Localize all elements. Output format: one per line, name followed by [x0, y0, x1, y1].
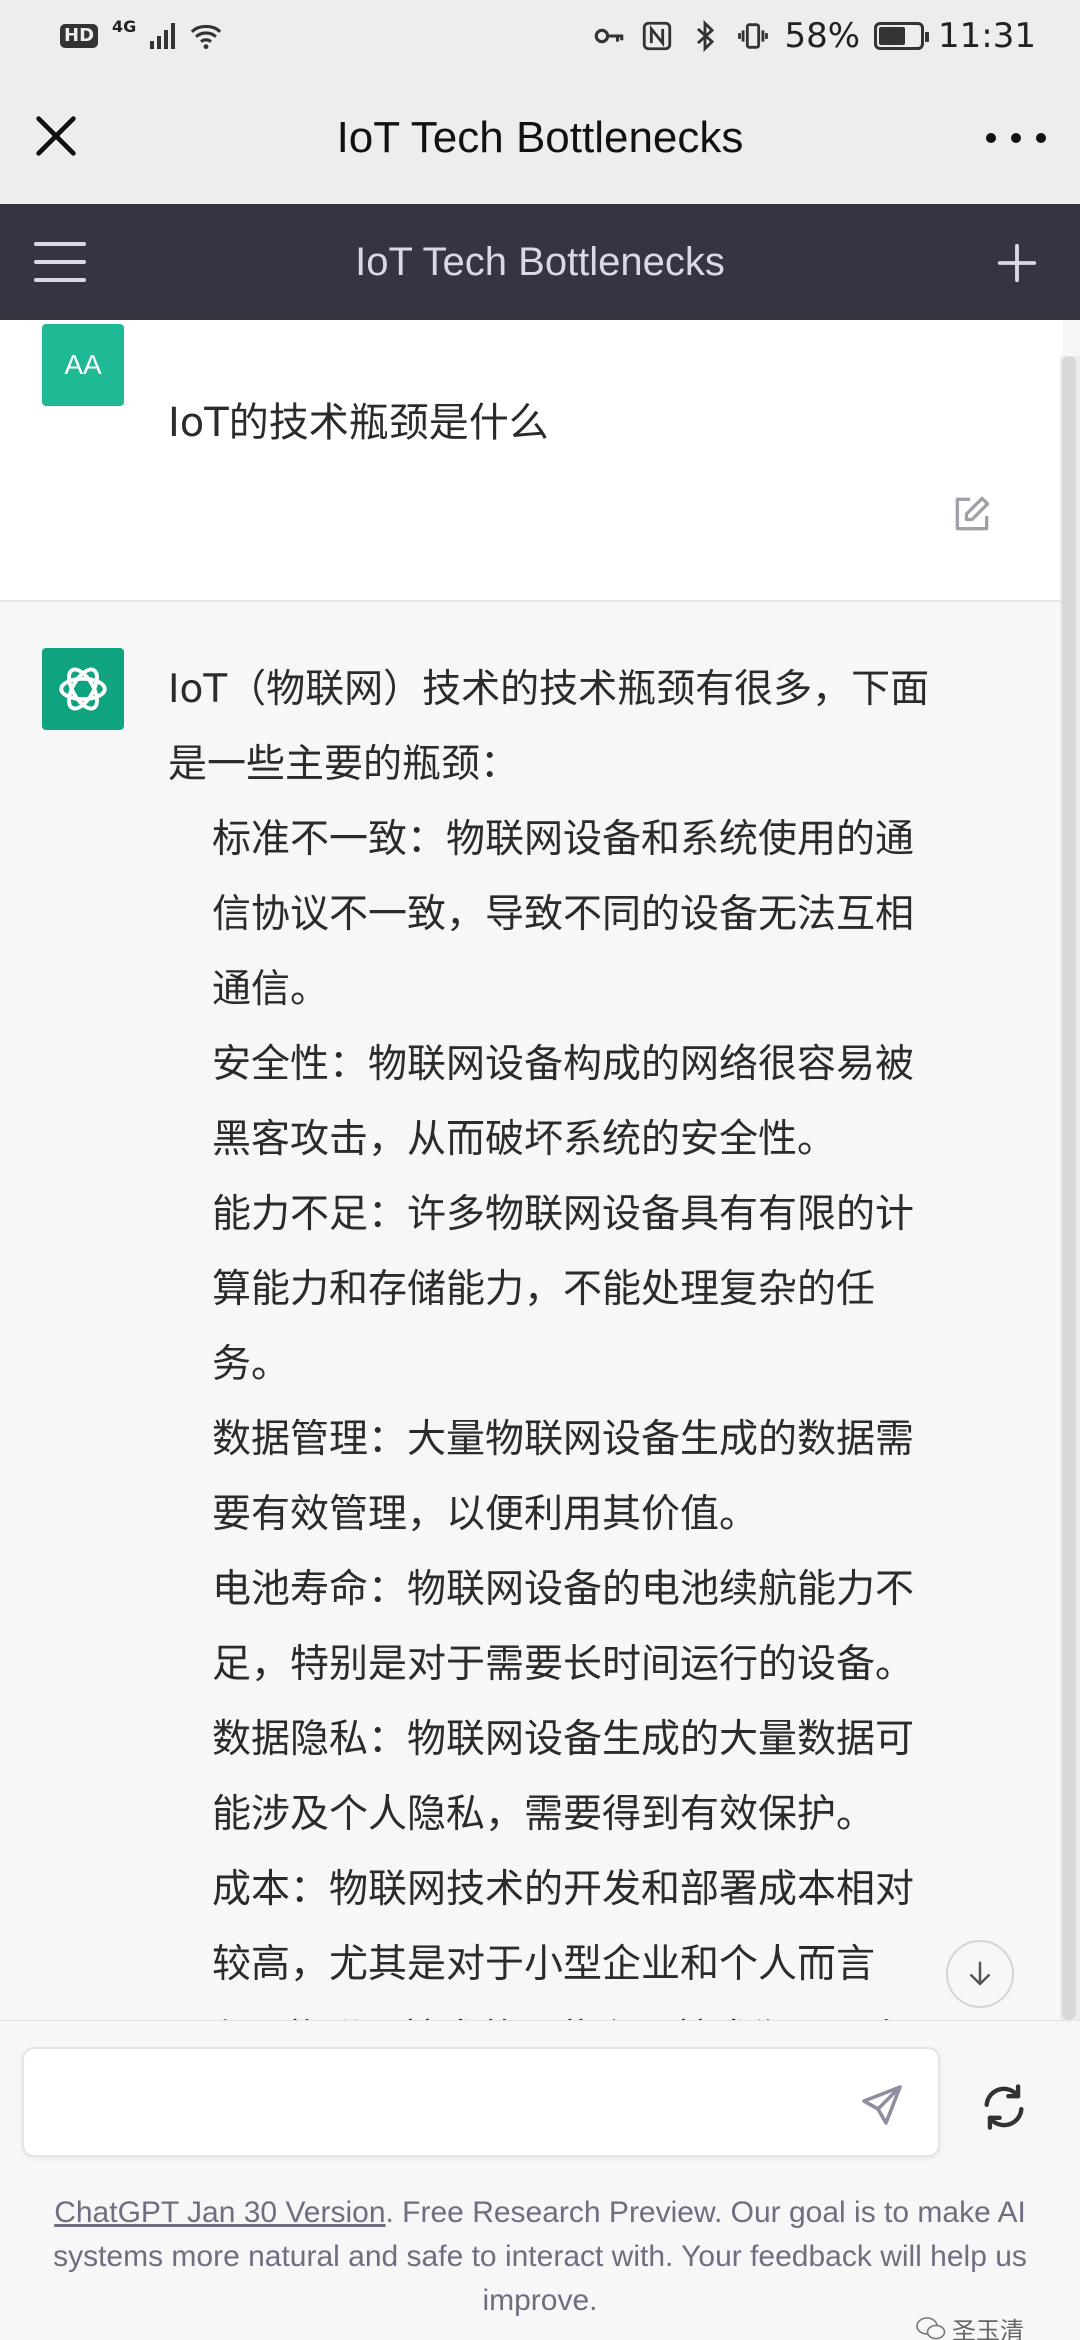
list-line: 电池寿命：物联网设备的电池续航能力不 [212, 1567, 915, 1612]
watermark: 圣玉清 [916, 2311, 1024, 2340]
list-line: 较高，尤其是对于小型企业和个人而言 [212, 1942, 876, 1987]
dot-icon [986, 133, 996, 143]
list-line: 要有效管理，以便利用其价值。 [212, 1492, 759, 1537]
assistant-message-text: IoT（物联网）技术的技术瓶颈有很多，下面 是一些主要的瓶颈： 标准不一致：物联… [168, 652, 1018, 2020]
openai-logo-icon [42, 648, 124, 730]
message-input-container [22, 2047, 940, 2157]
bluetooth-icon [697, 19, 715, 53]
battery-icon [874, 22, 930, 50]
list-line: 黑客攻击，从而破坏系统的安全性。 [212, 1117, 837, 1162]
list-line: 能涉及个人隐私，需要得到有效保护。 [212, 1792, 876, 1837]
list-line: 安全性：物联网设备构成的网络很容易被 [212, 1042, 915, 1087]
status-bar: HD 4G 58% 11:31 [0, 0, 1080, 72]
list-line: 成本：物联网技术的开发和部署成本相对 [212, 1867, 915, 1912]
conversation-title: IoT Tech Bottlenecks [355, 239, 725, 284]
dot-icon [1036, 133, 1046, 143]
text-line: IoT（物联网）技术的技术瓶颈有很多，下面 [168, 667, 930, 712]
arrow-down-icon [970, 1961, 990, 1986]
status-right: 58% 11:31 [592, 16, 1036, 56]
send-icon[interactable] [858, 2081, 906, 2129]
network-type: 4G [112, 16, 137, 36]
close-icon[interactable] [30, 110, 82, 162]
battery-percent: 58% [784, 16, 861, 56]
wifi-icon [191, 24, 222, 50]
status-left: HD 4G [60, 16, 223, 53]
vibrate-icon [738, 23, 769, 49]
more-options-button[interactable] [986, 112, 1046, 164]
hd-icon: HD [60, 24, 99, 48]
list-line: 足，特别是对于需要长时间运行的设备。 [212, 1642, 915, 1687]
dot-icon [1011, 133, 1021, 143]
assistant-intro: IoT（物联网）技术的技术瓶颈有很多，下面 是一些主要的瓶颈： [168, 652, 1018, 802]
page-title: IoT Tech Bottlenecks [336, 113, 744, 162]
browser-top-bar: IoT Tech Bottlenecks [0, 72, 1080, 204]
list-line: 信协议不一致，导致不同的设备无法互相 [212, 892, 915, 937]
wechat-icon [916, 2316, 946, 2339]
assistant-message-row: IoT（物联网）技术的技术瓶颈有很多，下面 是一些主要的瓶颈： 标准不一致：物联… [0, 604, 1062, 2020]
signal-icon [150, 23, 176, 49]
footer-disclaimer: ChatGPT Jan 30 Version. Free Research Pr… [30, 2191, 1050, 2323]
scroll-to-bottom-button[interactable] [946, 1940, 1014, 2008]
scrollbar-thumb[interactable] [1062, 356, 1076, 2020]
clock: 11:31 [938, 16, 1036, 56]
list-line: 能力不足：许多物联网设备具有有限的计 [212, 1192, 915, 1237]
new-chat-plus-icon[interactable] [994, 240, 1040, 286]
list-line: 标准不一致：物联网设备和系统使用的通 [212, 817, 915, 862]
nfc-icon [643, 21, 672, 51]
watermark-text: 圣玉清 [952, 2317, 1024, 2340]
version-link[interactable]: ChatGPT Jan 30 Version [54, 2196, 385, 2229]
composer-area: ChatGPT Jan 30 Version. Free Research Pr… [0, 2020, 1080, 2340]
list-line: 数据管理：大量物联网设备生成的数据需 [212, 1417, 915, 1462]
text-line: 是一些主要的瓶颈： [168, 742, 520, 787]
list-line: 通信。 [212, 967, 330, 1012]
user-avatar: AA [42, 324, 124, 406]
user-message-row: AA IoT的技术瓶颈是什么 [0, 320, 1062, 602]
hamburger-menu-icon[interactable] [34, 242, 86, 282]
key-icon [595, 28, 624, 44]
edit-message-icon[interactable] [950, 492, 994, 536]
app-header: IoT Tech Bottlenecks [0, 204, 1080, 320]
list-line: 数据隐私：物联网设备生成的大量数据可 [212, 1717, 915, 1762]
message-input[interactable] [48, 2073, 828, 2133]
list-line: 务。 [212, 1342, 291, 1387]
clipped-text-line: 以上是物联网技术的一些主要技术瓶颈，在 [168, 2002, 1018, 2020]
regenerate-icon[interactable] [978, 2081, 1030, 2133]
list-line: 算能力和存储能力，不能处理复杂的任 [212, 1267, 876, 1312]
bottleneck-list: 标准不一致：物联网设备和系统使用的通 信协议不一致，导致不同的设备无法互相 通信… [168, 802, 1018, 2002]
user-message-text: IoT的技术瓶颈是什么 [168, 400, 549, 446]
